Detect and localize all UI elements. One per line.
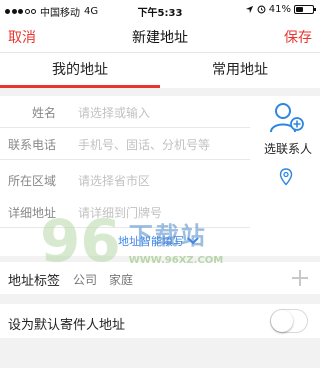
phone-row: 联系电话 手机号、固话、分机号等 bbox=[0, 128, 250, 160]
detail-address-label: 详细地址 bbox=[7, 206, 56, 220]
region-selector[interactable]: 请选择省市区 bbox=[78, 172, 150, 189]
smart-fill-toggle[interactable]: 地址智能填写 bbox=[118, 233, 199, 249]
tag-option-company[interactable]: 公司 bbox=[73, 271, 97, 288]
add-contact-icon bbox=[270, 103, 304, 133]
default-sender-row: 设为默认寄件人地址 bbox=[0, 304, 320, 338]
address-form: 姓名 请选择或输入 联系电话 手机号、固话、分机号等 所在区域 请选择省市区 详… bbox=[0, 96, 320, 256]
phone-label: 联系电话 bbox=[7, 138, 56, 152]
default-sender-label: 设为默认寄件人地址 bbox=[8, 318, 126, 333]
name-row: 姓名 请选择或输入 bbox=[0, 96, 250, 128]
battery-icon bbox=[294, 5, 316, 14]
phone-input[interactable]: 手机号、固话、分机号等 bbox=[78, 136, 210, 153]
tab-my-address[interactable]: 我的地址 bbox=[0, 53, 160, 89]
battery-level bbox=[296, 7, 303, 12]
detail-address-row: 详细地址 请详细到门牌号 bbox=[0, 196, 250, 228]
smart-fill-label: 地址智能填写 bbox=[118, 235, 184, 248]
tab-frequent-address[interactable]: 常用地址 bbox=[160, 53, 320, 89]
page-title: 新建地址 bbox=[132, 30, 188, 46]
status-bar: 中国移动 4G 下午5:33 41% bbox=[0, 0, 320, 20]
toggle-knob bbox=[271, 310, 293, 332]
location-arrow-icon bbox=[245, 5, 253, 14]
name-label: 姓名 bbox=[31, 106, 56, 120]
navigation-bar: 取消 新建地址 保存 bbox=[0, 20, 320, 52]
location-pin-icon[interactable] bbox=[279, 168, 293, 186]
default-sender-toggle[interactable] bbox=[270, 309, 308, 333]
name-input[interactable]: 请选择或输入 bbox=[78, 104, 150, 121]
chevron-down-icon bbox=[187, 237, 199, 245]
add-tag-icon[interactable] bbox=[292, 270, 308, 286]
region-label: 所在区域 bbox=[7, 174, 56, 188]
save-button[interactable]: 保存 bbox=[284, 27, 312, 47]
select-contact-label: 选联系人 bbox=[263, 142, 312, 156]
new-address-screen: 中国移动 4G 下午5:33 41% 取消 新建地址 保存 我的地址 常用地址 bbox=[0, 0, 320, 368]
active-tab-indicator bbox=[0, 85, 160, 88]
address-tag-label: 地址标签 bbox=[8, 274, 61, 289]
detail-address-input[interactable]: 请详细到门牌号 bbox=[78, 204, 162, 221]
address-tag-row: 地址标签 公司 家庭 bbox=[0, 262, 320, 294]
battery-percent: 41% bbox=[268, 4, 291, 15]
tag-option-home[interactable]: 家庭 bbox=[109, 271, 133, 288]
select-contact-button[interactable]: 选联系人 bbox=[258, 102, 318, 158]
region-row: 所在区域 请选择省市区 bbox=[0, 164, 250, 196]
alarm-icon bbox=[257, 5, 266, 14]
address-tabs: 我的地址 常用地址 bbox=[0, 52, 320, 88]
